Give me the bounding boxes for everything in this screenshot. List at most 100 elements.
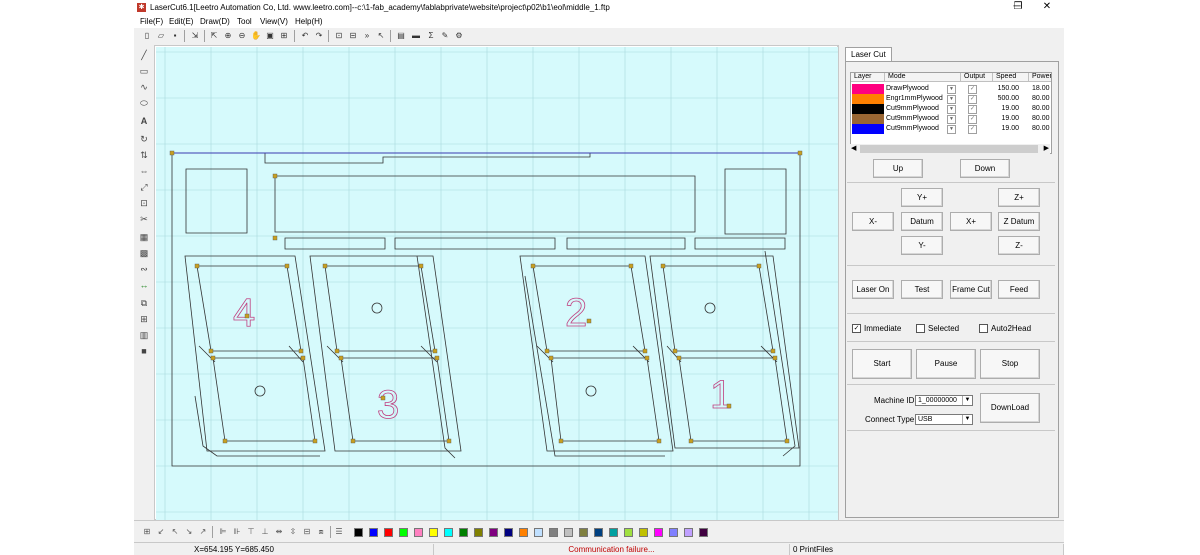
group-icon[interactable]: ⊡ bbox=[334, 30, 344, 41]
smooth-tool-icon[interactable]: ∾ bbox=[137, 263, 151, 276]
text-tool-icon[interactable]: A bbox=[137, 115, 151, 128]
x-minus-button[interactable]: X- bbox=[852, 212, 894, 231]
redo-icon[interactable]: ↷ bbox=[314, 30, 324, 41]
selected-checkbox[interactable] bbox=[916, 324, 925, 333]
curve-tool-icon[interactable]: ∿ bbox=[137, 81, 151, 94]
scroll-thumb[interactable] bbox=[860, 145, 1038, 153]
save-icon[interactable]: ▪ bbox=[170, 30, 180, 41]
zoom-in-icon[interactable]: ⊕ bbox=[223, 30, 233, 41]
ungroup-icon[interactable]: ⊟ bbox=[348, 30, 358, 41]
palette-color-swatch[interactable] bbox=[564, 528, 573, 537]
chevron-down-icon[interactable]: ▼ bbox=[947, 125, 956, 134]
menu-file[interactable]: File(F) bbox=[140, 17, 163, 26]
chevron-down-icon[interactable]: ▼ bbox=[947, 85, 956, 94]
import-icon[interactable]: ⇲ bbox=[190, 30, 200, 41]
palette-color-swatch[interactable] bbox=[654, 528, 663, 537]
path-direction-icon[interactable]: » bbox=[362, 30, 372, 41]
menu-draw[interactable]: Draw(D) bbox=[200, 17, 230, 26]
mirror-tool-icon[interactable]: ⇅ bbox=[137, 149, 151, 162]
scale-tool-icon[interactable]: ⤢ bbox=[137, 181, 151, 194]
layer-row[interactable]: Cut9mmPlywood ▼ ✓ 19.00 80.00 bbox=[851, 114, 1051, 124]
layer-row[interactable]: DrawPlywood ▼ ✓ 150.00 18.00 bbox=[851, 84, 1051, 94]
align-right-icon[interactable]: ⊪ bbox=[232, 526, 242, 537]
frame-cut-button[interactable]: Frame Cut bbox=[950, 280, 992, 299]
palette-color-swatch[interactable] bbox=[384, 528, 393, 537]
align-bottom-left-icon[interactable]: ↙ bbox=[156, 526, 166, 537]
z-plus-button[interactable]: Z+ bbox=[998, 188, 1040, 207]
palette-color-swatch[interactable] bbox=[549, 528, 558, 537]
properties-icon[interactable]: ▤ bbox=[396, 30, 406, 41]
layer-icon[interactable]: ☰ bbox=[334, 526, 344, 537]
grid-tool-icon[interactable]: ⊞ bbox=[137, 313, 151, 326]
same-size-icon[interactable]: ⊟ bbox=[302, 526, 312, 537]
layer-output-checkbox[interactable]: ✓ bbox=[968, 85, 977, 94]
palette-color-swatch[interactable] bbox=[684, 528, 693, 537]
pause-button[interactable]: Pause bbox=[916, 349, 976, 379]
palette-color-swatch[interactable] bbox=[474, 528, 483, 537]
rotate-tool-icon[interactable]: ↻ bbox=[137, 133, 151, 146]
layer-output-checkbox[interactable]: ✓ bbox=[968, 105, 977, 114]
distribute-icon[interactable]: ⧈ bbox=[316, 526, 326, 537]
layer-color-swatch[interactable] bbox=[852, 114, 884, 124]
zoom-fit-icon[interactable]: ⊞ bbox=[279, 30, 289, 41]
laser-on-button[interactable]: Laser On bbox=[852, 280, 894, 299]
scroll-right-icon[interactable]: ▶ bbox=[1044, 144, 1049, 152]
undo-icon[interactable]: ↶ bbox=[300, 30, 310, 41]
menu-help[interactable]: Help(H) bbox=[295, 17, 323, 26]
open-file-icon[interactable]: ▱ bbox=[156, 30, 166, 41]
palette-color-swatch[interactable] bbox=[354, 528, 363, 537]
test-button[interactable]: Test bbox=[901, 280, 943, 299]
align-top-icon[interactable]: ⊤ bbox=[246, 526, 256, 537]
display-icon[interactable]: ▬ bbox=[411, 30, 421, 41]
menu-tool[interactable]: Tool bbox=[237, 17, 252, 26]
feed-button[interactable]: Feed bbox=[998, 280, 1040, 299]
layer-color-swatch[interactable] bbox=[852, 94, 884, 104]
start-button[interactable]: Start bbox=[852, 349, 912, 379]
copy-tool-icon[interactable]: ⧉ bbox=[137, 297, 151, 310]
node-edit-icon[interactable]: ↖ bbox=[376, 30, 386, 41]
cut-tool-icon[interactable]: ✂ bbox=[137, 213, 151, 226]
restore-button[interactable]: ❐ bbox=[1003, 0, 1033, 15]
table-tool-icon[interactable]: ▥ bbox=[137, 329, 151, 342]
connect-type-select[interactable]: USB ▼ bbox=[915, 414, 973, 425]
palette-color-swatch[interactable] bbox=[594, 528, 603, 537]
palette-color-swatch[interactable] bbox=[369, 528, 378, 537]
array-tool-icon[interactable]: ⊡ bbox=[137, 197, 151, 210]
menu-view[interactable]: View(V) bbox=[260, 17, 288, 26]
y-minus-button[interactable]: Y- bbox=[901, 236, 943, 255]
align-center-icon[interactable]: ⊞ bbox=[142, 526, 152, 537]
close-button[interactable]: ✕ bbox=[1032, 0, 1062, 15]
palette-color-swatch[interactable] bbox=[624, 528, 633, 537]
align-top-right-icon[interactable]: ↗ bbox=[198, 526, 208, 537]
select-icon[interactable]: ⇱ bbox=[209, 30, 219, 41]
download-button[interactable]: DownLoad bbox=[980, 393, 1040, 423]
layer-output-checkbox[interactable]: ✓ bbox=[968, 115, 977, 124]
drawing-canvas[interactable]: 4 3 2 1 bbox=[154, 45, 838, 520]
palette-color-swatch[interactable] bbox=[579, 528, 588, 537]
stop-button[interactable]: Stop bbox=[980, 349, 1040, 379]
align-hcenter-icon[interactable]: ⇹ bbox=[274, 526, 284, 537]
palette-color-swatch[interactable] bbox=[669, 528, 678, 537]
z-minus-button[interactable]: Z- bbox=[998, 236, 1040, 255]
palette-color-swatch[interactable] bbox=[444, 528, 453, 537]
x-plus-button[interactable]: X+ bbox=[950, 212, 992, 231]
chevron-down-icon[interactable]: ▼ bbox=[947, 115, 956, 124]
chevron-down-icon[interactable]: ▼ bbox=[947, 105, 956, 114]
palette-color-swatch[interactable] bbox=[429, 528, 438, 537]
menu-edit[interactable]: Edit(E) bbox=[169, 17, 193, 26]
palette-color-swatch[interactable] bbox=[609, 528, 618, 537]
tab-laser-cut[interactable]: Laser Cut bbox=[845, 47, 892, 61]
align-tool-icon[interactable]: ⇔ bbox=[137, 165, 151, 178]
immediate-checkbox[interactable]: ✓ bbox=[852, 324, 861, 333]
align-bottom-right-icon[interactable]: ↘ bbox=[184, 526, 194, 537]
align-left-icon[interactable]: ⊫ bbox=[218, 526, 228, 537]
new-file-icon[interactable]: ▯ bbox=[142, 30, 152, 41]
y-plus-button[interactable]: Y+ bbox=[901, 188, 943, 207]
layer-output-checkbox[interactable]: ✓ bbox=[968, 95, 977, 104]
palette-color-swatch[interactable] bbox=[414, 528, 423, 537]
join-tool-icon[interactable]: ↔ bbox=[137, 279, 151, 292]
z-datum-button[interactable]: Z Datum bbox=[998, 212, 1040, 231]
palette-color-swatch[interactable] bbox=[519, 528, 528, 537]
palette-color-swatch[interactable] bbox=[504, 528, 513, 537]
auto2head-checkbox[interactable] bbox=[979, 324, 988, 333]
